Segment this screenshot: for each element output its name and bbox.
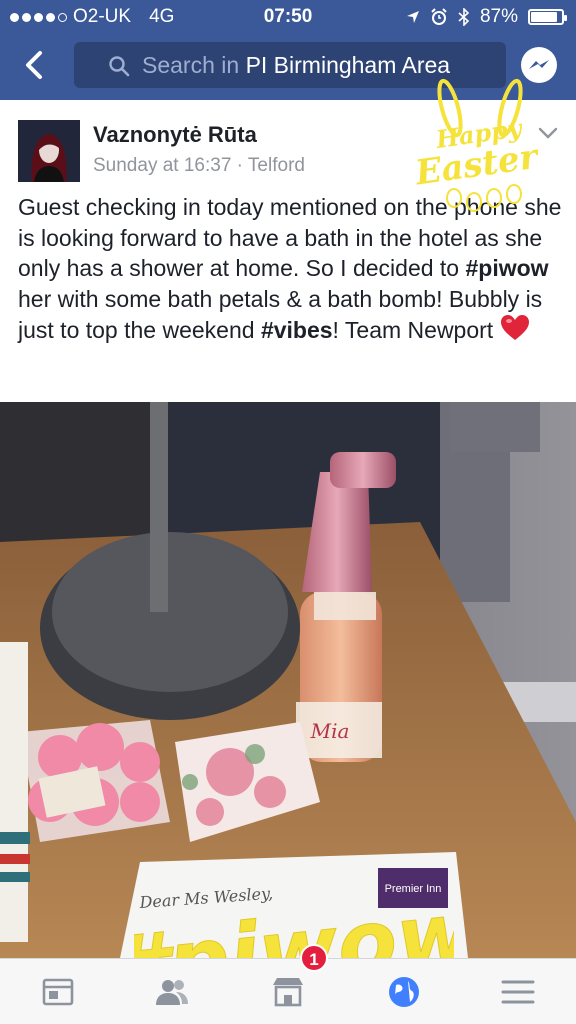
author-name[interactable]: Vaznonytė Rūta <box>93 122 257 148</box>
brand-logo-text: Premier Inn <box>385 883 442 895</box>
status-icons: 87% <box>406 6 567 28</box>
back-arrow-icon[interactable] <box>18 48 52 82</box>
post-photo[interactable]: Mia Dear Ms Wesley, Premier Inn <box>0 402 576 958</box>
tab-bar <box>0 958 576 1024</box>
battery-percent: 87% <box>479 6 518 27</box>
bluetooth-icon <box>458 8 470 26</box>
search-prefix: Search in <box>142 51 246 78</box>
search-text: Search in PI Birmingham Area <box>142 52 450 79</box>
alarm-icon <box>431 8 447 25</box>
search-icon <box>109 56 130 77</box>
location-arrow-icon <box>406 11 419 23</box>
status-bar: O2-UK 4G 07:50 87% <box>0 0 576 34</box>
battery-icon <box>528 9 567 25</box>
marketplace-icon[interactable] <box>270 975 306 1009</box>
avatar[interactable] <box>18 120 80 182</box>
post-meta: Sunday at 16:37 · Telford <box>93 155 305 176</box>
easter-line2: Easter <box>412 136 542 193</box>
search-group-name: PI Birmingham Area <box>245 51 451 78</box>
heart-emoji-icon <box>500 315 529 340</box>
bottle-label: Mia <box>310 719 350 743</box>
news-feed-icon[interactable] <box>40 975 76 1009</box>
menu-icon[interactable] <box>500 975 536 1009</box>
notification-badge: 1 <box>300 944 328 972</box>
hashtag-vibes[interactable]: #vibes <box>261 317 333 343</box>
happy-easter-sticker: Happy Easter <box>412 78 542 212</box>
post-text-part-3: ! Team Newport <box>332 317 500 343</box>
friends-icon[interactable] <box>154 975 190 1009</box>
globe-notifications-icon[interactable] <box>386 975 422 1009</box>
hashtag-piwow[interactable]: #piwow <box>466 255 549 281</box>
